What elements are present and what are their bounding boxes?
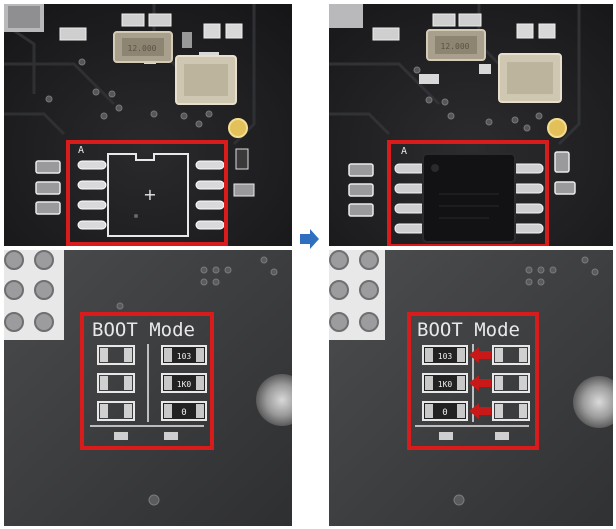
resistor-marking: 0: [442, 408, 447, 418]
chip-silkscreen-mark: +: [143, 185, 156, 204]
resistor-marking: 0: [181, 408, 186, 418]
crystal-marking: 12.000: [128, 44, 157, 53]
boot-mode-label: BOOT Mode: [92, 319, 195, 341]
pin1-marker: A: [401, 146, 407, 157]
pin1-marker: A: [78, 145, 84, 156]
crystal-marking: 12.000: [441, 42, 470, 51]
photo-top-before: 12.000 A +: [4, 4, 292, 246]
resistor-marking: 103: [438, 352, 453, 361]
photo-top-after: 12.000 A: [329, 4, 613, 246]
photo-bottom-after: BOOT Mode 103 1K0 0: [329, 250, 613, 526]
boot-mode-label: BOOT Mode: [417, 319, 520, 341]
resistor-marking: 1K0: [177, 380, 192, 389]
resistor-marking: 1K0: [438, 380, 453, 389]
photo-bottom-before: BOOT Mode 103 1K0 0: [4, 250, 292, 526]
arrow-right-icon: [298, 228, 320, 254]
resistor-marking: 103: [177, 352, 192, 361]
